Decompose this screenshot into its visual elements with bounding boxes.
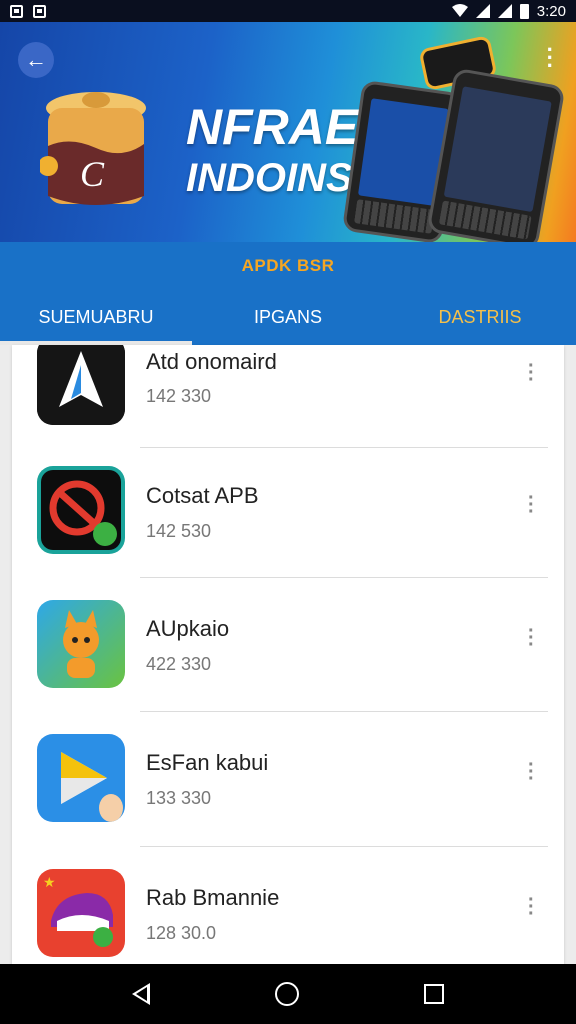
gallery-notification-icon xyxy=(33,4,46,18)
app-name: Cotsat APB xyxy=(146,483,259,508)
section-header: APDK BSR xyxy=(0,242,576,290)
tab-suemuabru[interactable]: SUEMUABRU xyxy=(0,290,192,345)
list-item[interactable]: Atd onomaird 142 330 · · · xyxy=(12,345,564,448)
signal-icon xyxy=(475,4,490,18)
nav-home-button[interactable] xyxy=(274,982,299,1006)
tab-bar: SUEMUABRU IPGANS DASTRIIS xyxy=(0,290,576,345)
hero-banner: ← · · · C NFRAEAEA INDOINSIA xyxy=(0,22,576,242)
list-item[interactable]: EsFan kabui 133 330 · · · xyxy=(12,712,564,847)
status-bar: 3:20 xyxy=(0,0,576,22)
list-item[interactable]: AUpkaio 422 330 · · · xyxy=(12,578,564,712)
image-notification-icon xyxy=(10,4,23,18)
row-more-button[interactable]: · · · xyxy=(528,356,535,390)
fox-app-icon xyxy=(37,600,125,688)
system-nav-bar xyxy=(0,964,576,1024)
app-name: AUpkaio xyxy=(146,616,230,641)
nav-recents-button[interactable] xyxy=(423,984,444,1004)
signal-icon-2 xyxy=(497,4,512,18)
tab-ipgans[interactable]: IPGANS xyxy=(192,290,384,345)
app-list: Atd onomaird 142 330 · · · Cotsat APB 142 … xyxy=(12,345,564,965)
overflow-menu-button[interactable]: · · · xyxy=(547,39,554,77)
row-more-button[interactable]: · · · xyxy=(528,621,535,655)
app-name: EsFan kabui xyxy=(146,750,269,775)
nav-back-button[interactable] xyxy=(132,983,151,1005)
battery-icon xyxy=(519,3,529,19)
row-more-button[interactable]: · · · xyxy=(528,755,535,789)
tab-dastriis[interactable]: DASTRIIS xyxy=(384,290,576,345)
clock: 3:20 xyxy=(536,2,566,20)
svg-text:C: C xyxy=(80,154,105,194)
app-meta: 422 330 xyxy=(146,654,212,674)
app-meta: 128 30.0 xyxy=(146,923,217,943)
section-label: APDK BSR xyxy=(241,256,335,275)
car-app-icon: ★ xyxy=(37,869,125,957)
svg-text:★: ★ xyxy=(43,874,56,890)
no-sign-app-icon xyxy=(37,466,125,554)
app-meta: 142 530 xyxy=(146,521,212,541)
row-more-button[interactable]: · · · xyxy=(528,890,535,924)
app-name: Rab Bmannie xyxy=(146,885,280,910)
row-more-button[interactable]: · · · xyxy=(528,488,535,522)
arrow-left-icon: ← xyxy=(25,47,47,72)
app-meta: 142 330 xyxy=(146,386,212,406)
wifi-icon xyxy=(451,4,468,17)
honey-pot-illustration: C xyxy=(40,92,146,205)
app-name: Atd onomaird xyxy=(146,349,277,374)
back-button[interactable]: ← xyxy=(18,42,54,78)
list-item[interactable]: Cotsat APB 142 530 · · · xyxy=(12,448,564,578)
arrow-app-icon xyxy=(37,345,125,425)
play-app-icon xyxy=(37,734,125,822)
app-meta: 133 330 xyxy=(146,788,212,808)
list-item[interactable]: ★ Rab Bmannie 128 30.0 · · · xyxy=(12,847,564,965)
